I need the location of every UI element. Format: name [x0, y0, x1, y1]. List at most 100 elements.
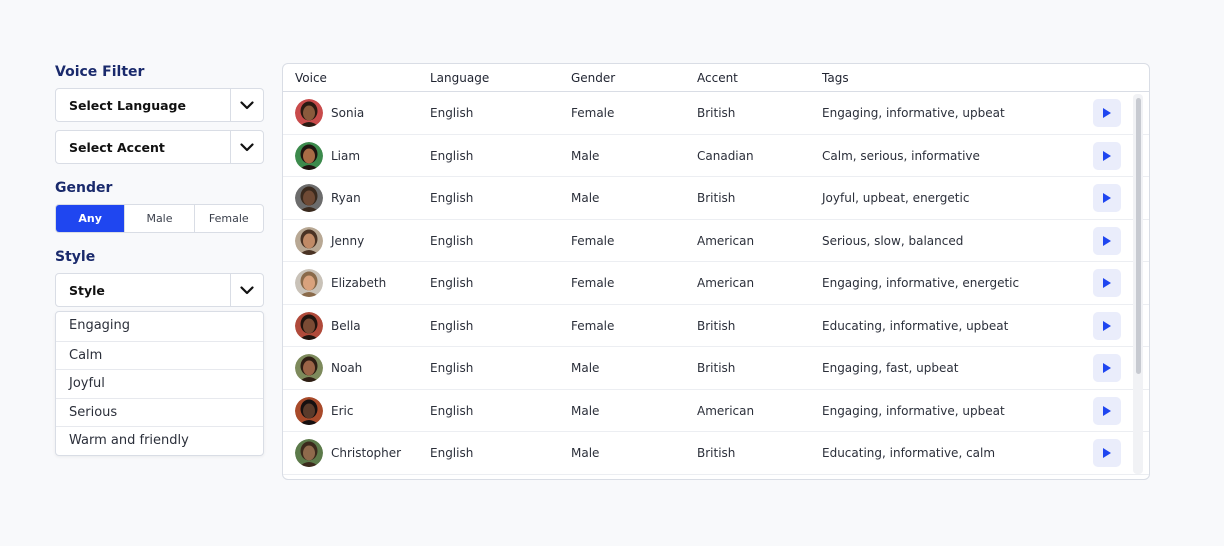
- play-button[interactable]: [1093, 141, 1121, 170]
- accent-cell: British: [697, 318, 736, 333]
- gender-cell: Male: [571, 403, 600, 418]
- gender-option-male[interactable]: Male: [124, 205, 193, 232]
- play-icon: [1103, 320, 1111, 331]
- chevron-down-icon[interactable]: [230, 131, 263, 163]
- language-cell: English: [430, 106, 474, 120]
- play-icon: [1103, 405, 1111, 416]
- play-icon: [1103, 278, 1111, 288]
- voice-name: Jenny: [331, 233, 365, 248]
- table-row[interactable]: Elizabeth English Female American Engaging, …: [283, 262, 1149, 305]
- play-button[interactable]: [1093, 354, 1121, 382]
- chevron-down-icon[interactable]: [230, 274, 263, 306]
- tags-cell: Engaging, informative, energetic: [822, 276, 1020, 290]
- header-language: Language: [430, 71, 490, 85]
- play-button[interactable]: [1093, 396, 1121, 425]
- voice-name: Elizabeth: [331, 276, 387, 290]
- avatar: [295, 184, 323, 212]
- language-select-label: Select Language: [69, 97, 186, 113]
- table-row[interactable]: Sonia English Female British Engaging, infor…: [283, 92, 1149, 135]
- voice-name: Bella: [331, 318, 361, 333]
- avatar: [295, 226, 323, 255]
- voice-name: Noah: [331, 361, 363, 375]
- table-row[interactable]: Noah English Male British Engaging, fast, up…: [283, 347, 1149, 390]
- accent-select-label: Select Accent: [69, 139, 165, 155]
- style-option-engaging[interactable]: Engaging: [56, 312, 263, 341]
- header-accent: Accent: [697, 71, 738, 85]
- table-row[interactable]: Liam English Male Canadian Calm, serious, in…: [283, 135, 1149, 177]
- avatar: [295, 396, 323, 425]
- play-icon: [1103, 108, 1111, 118]
- tags-cell: Serious, slow, balanced: [822, 233, 964, 248]
- avatar: [295, 141, 323, 170]
- gender-cell: Male: [571, 361, 600, 375]
- play-button[interactable]: [1093, 184, 1121, 212]
- voice-cell: Liam: [295, 135, 360, 177]
- table-row[interactable]: Christopher English Male British Educating, …: [283, 432, 1149, 475]
- gender-cell: Male: [571, 191, 600, 205]
- voice-cell: Eric: [295, 390, 353, 432]
- style-select[interactable]: Style: [55, 273, 264, 307]
- language-cell: English: [430, 148, 474, 163]
- voice-name: Eric: [331, 403, 354, 418]
- header-gender: Gender: [571, 71, 616, 85]
- avatar: [295, 439, 323, 467]
- language-cell: English: [430, 318, 474, 333]
- play-button[interactable]: [1093, 269, 1121, 297]
- voice-cell: Sonia: [295, 92, 364, 134]
- avatar: [295, 99, 323, 127]
- voice-name: Ryan: [331, 191, 361, 205]
- language-cell: English: [430, 446, 474, 460]
- chevron-down-icon[interactable]: [230, 89, 263, 121]
- play-button[interactable]: [1093, 226, 1121, 255]
- voice-cell: Bella: [295, 305, 361, 347]
- style-select-label: Style: [69, 282, 105, 298]
- voice-cell: Jenny: [295, 220, 364, 262]
- language-cell: English: [430, 191, 474, 205]
- play-button[interactable]: [1093, 439, 1121, 467]
- gender-cell: Male: [571, 148, 600, 163]
- table-row[interactable]: Bella English Female British Educating, info…: [283, 305, 1149, 347]
- table-row[interactable]: Jenny English Female American Serious, slow,…: [283, 220, 1149, 262]
- gender-option-female[interactable]: Female: [193, 205, 263, 232]
- scrollbar-thumb[interactable]: [1136, 98, 1141, 374]
- voice-name: Sonia: [331, 106, 365, 120]
- accent-cell: British: [697, 191, 736, 205]
- accent-cell: American: [697, 233, 755, 248]
- language-cell: English: [430, 361, 474, 375]
- play-icon: [1103, 235, 1111, 246]
- style-dropdown-menu: Engaging Calm Joyful Serious Warm and fr…: [55, 311, 264, 456]
- gender-cell: Female: [571, 233, 615, 248]
- tags-cell: Engaging, informative, upbeat: [822, 403, 1005, 418]
- play-icon: [1103, 150, 1111, 161]
- style-title: Style: [55, 249, 96, 265]
- style-option-serious[interactable]: Serious: [56, 397, 263, 427]
- accent-select[interactable]: Select Accent: [55, 130, 264, 164]
- voice-name: Christopher: [331, 446, 402, 460]
- gender-cell: Male: [571, 446, 600, 460]
- play-button[interactable]: [1093, 311, 1121, 340]
- style-option-warm-and-friendly[interactable]: Warm and friendly: [56, 426, 263, 455]
- play-button[interactable]: [1093, 99, 1121, 127]
- accent-cell: British: [697, 446, 736, 460]
- gender-cell: Female: [571, 106, 615, 120]
- play-icon: [1103, 448, 1111, 458]
- table-body: Sonia English Female British Engaging, infor…: [283, 92, 1149, 475]
- tags-cell: Educating, informative, upbeat: [822, 318, 1009, 333]
- tags-cell: Engaging, informative, upbeat: [822, 106, 1005, 120]
- tags-cell: Calm, serious, informative: [822, 148, 980, 163]
- accent-cell: American: [697, 403, 755, 418]
- play-icon: [1103, 363, 1111, 373]
- tags-cell: Educating, informative, calm: [822, 446, 996, 460]
- table-row[interactable]: Eric English Male American Engaging, informa…: [283, 390, 1149, 432]
- language-select[interactable]: Select Language: [55, 88, 264, 122]
- table-row[interactable]: Ryan English Male British Joyful, upbeat, en…: [283, 177, 1149, 220]
- language-cell: English: [430, 403, 474, 418]
- style-option-joyful[interactable]: Joyful: [56, 369, 263, 398]
- header-tags: Tags: [822, 71, 849, 85]
- accent-cell: Canadian: [697, 148, 754, 163]
- accent-cell: American: [697, 276, 755, 290]
- gender-segmented-control: Any Male Female: [55, 204, 264, 233]
- gender-option-any[interactable]: Any: [56, 205, 125, 232]
- gender-cell: Female: [571, 276, 615, 290]
- style-option-calm[interactable]: Calm: [56, 340, 263, 370]
